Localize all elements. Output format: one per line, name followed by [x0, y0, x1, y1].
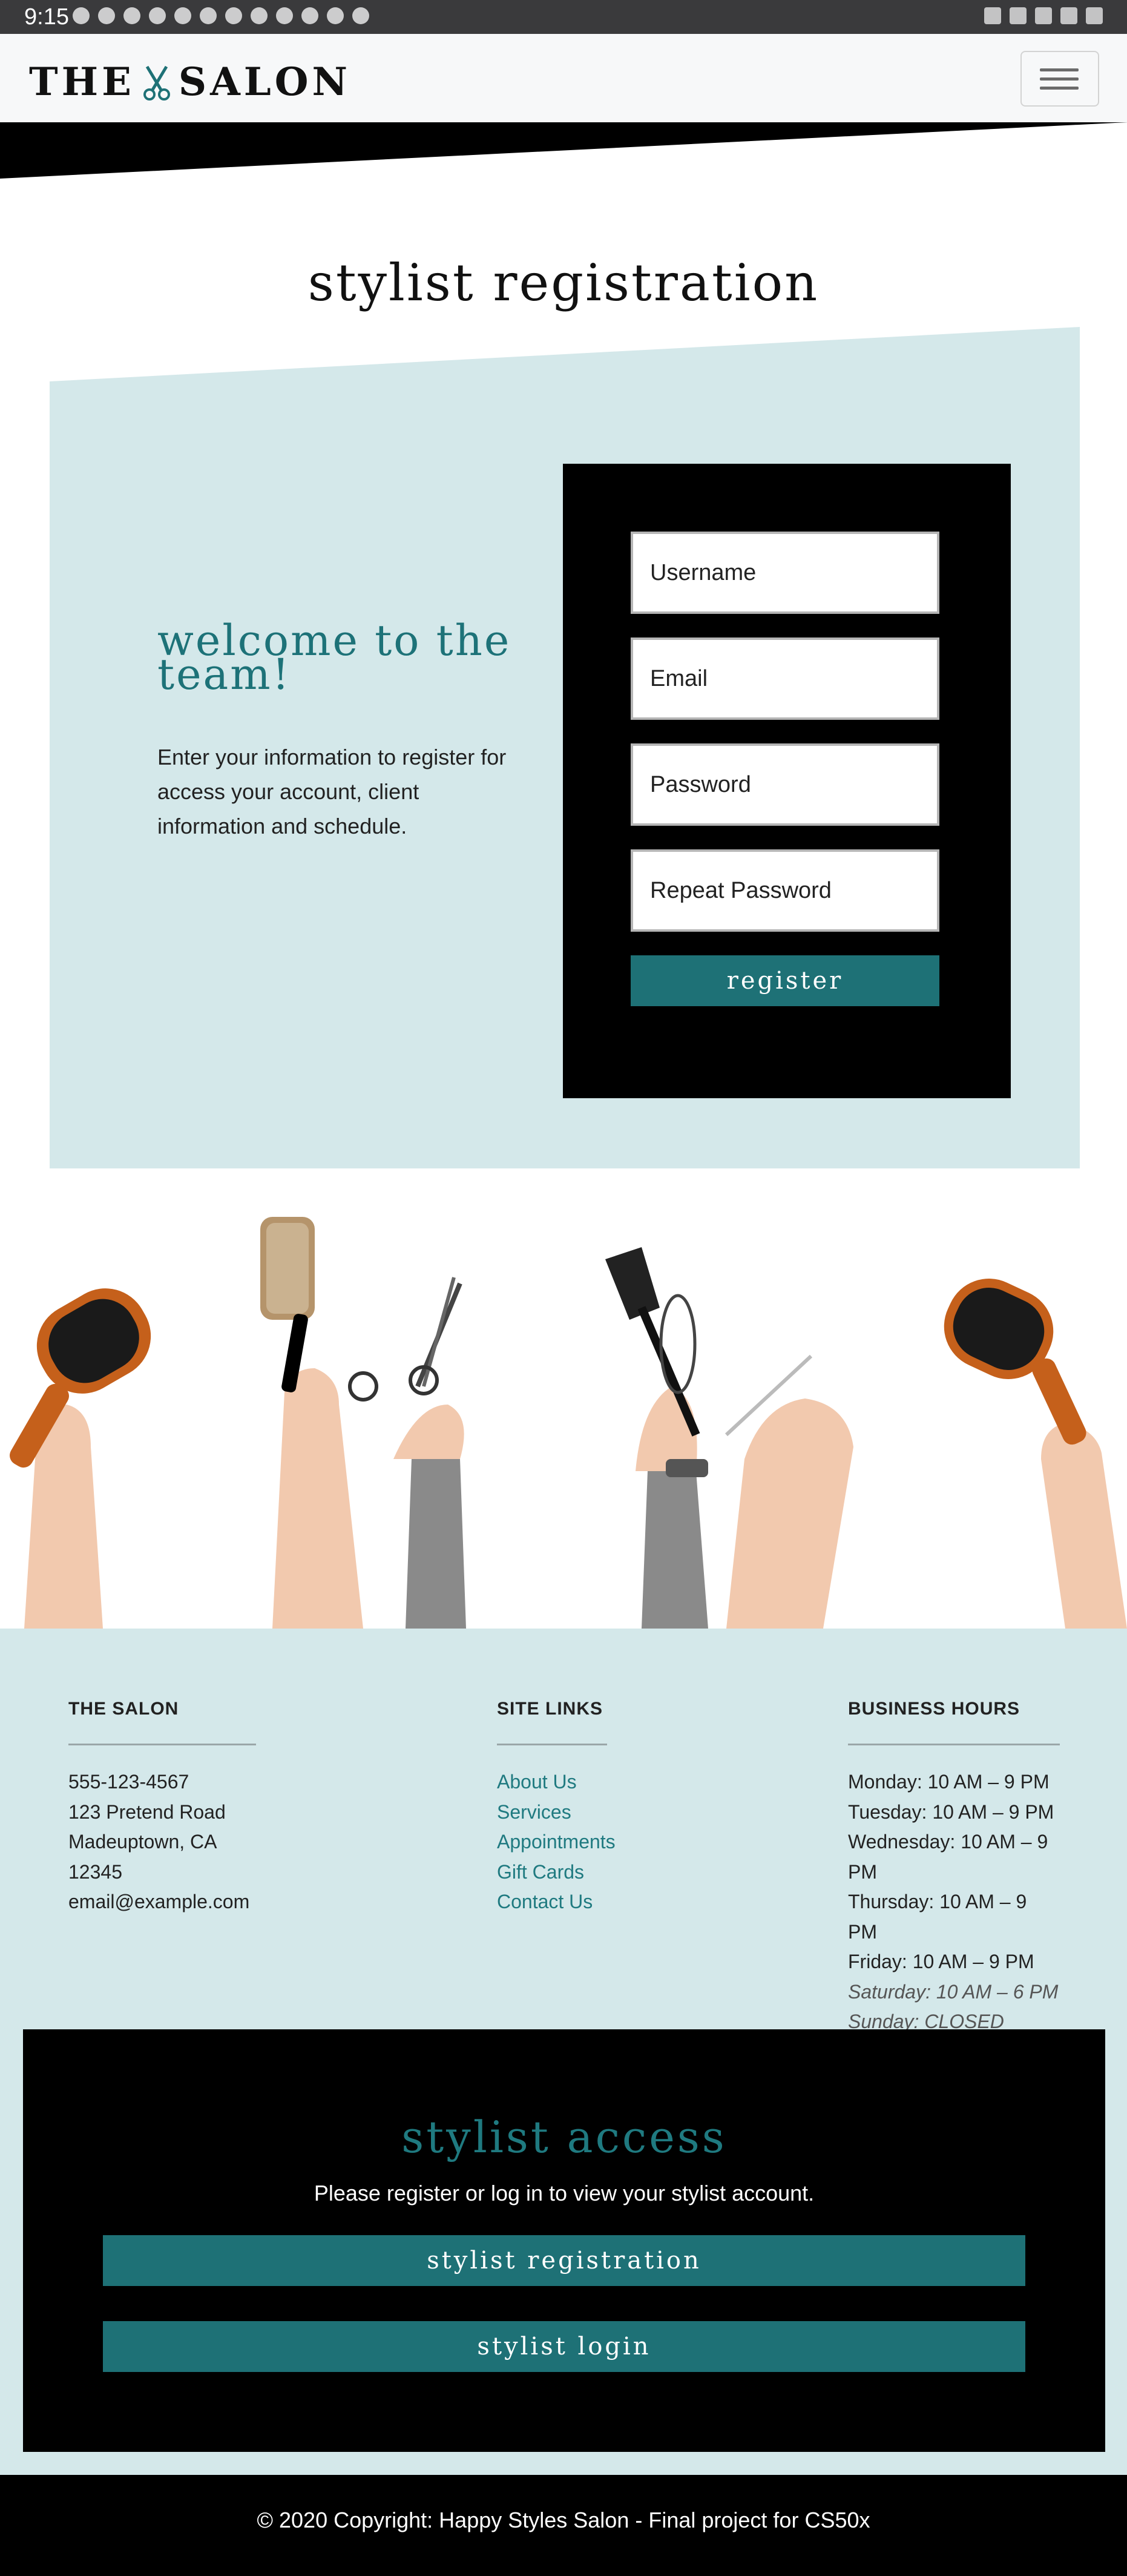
stylist-login-button[interactable]: stylist login	[103, 2321, 1025, 2372]
link-gift-cards[interactable]: Gift Cards	[497, 1857, 607, 1888]
system-icons	[984, 7, 1103, 24]
footer-phone: 555-123-4567	[68, 1771, 189, 1793]
link-appointments[interactable]: Appointments	[497, 1827, 616, 1857]
footer-email: email@example.com	[68, 1891, 250, 1912]
link-contact-us[interactable]: Contact Us	[497, 1887, 607, 1917]
footer-about: THE SALON 555-123-4567 123 Pretend Road …	[68, 1699, 256, 1917]
alarm-icon	[984, 7, 1001, 24]
header-slant-decoration	[0, 122, 1127, 179]
footer-street: 123 Pretend Road	[68, 1800, 226, 1823]
brand-right: SALON	[178, 59, 351, 105]
wifi-icon	[1035, 7, 1052, 24]
footer-city: Madeuptown, CA 12345	[68, 1831, 216, 1883]
footer-hours: BUSINESS HOURS Monday: 10 AM – 9 PM Tues…	[848, 1699, 1060, 2037]
hours-tuesday: Tuesday: 10 AM – 9 PM	[848, 1800, 1054, 1823]
mail-icon	[251, 7, 268, 24]
divider	[68, 1744, 256, 1745]
hq-icon	[225, 7, 242, 24]
stylist-access-text: Please register or log in to view your s…	[314, 2181, 815, 2205]
navbar: THE SALON	[0, 34, 1127, 123]
scissors-icon	[143, 65, 170, 100]
registration-form: Username Email Password Repeat Password …	[563, 464, 1011, 1098]
divider	[497, 1744, 607, 1745]
pen-icon	[352, 7, 369, 24]
divider	[848, 1744, 1060, 1745]
status-time: 9:15	[24, 4, 69, 30]
brand-logo[interactable]: THE SALON	[29, 59, 351, 105]
stylist-registration-button[interactable]: stylist registration	[103, 2235, 1025, 2286]
stylist-access-title: stylist access	[401, 2112, 727, 2163]
notification-icons	[73, 7, 369, 24]
username-input[interactable]: Username	[631, 532, 939, 614]
welcome-heading: welcome to the team!	[157, 616, 511, 699]
repeat-password-input[interactable]: Repeat Password	[631, 849, 939, 932]
password-input[interactable]: Password	[631, 743, 939, 826]
email-input[interactable]: Email	[631, 637, 939, 720]
hours-monday: Monday: 10 AM – 9 PM	[848, 1771, 1050, 1793]
messenger-icon	[73, 7, 90, 24]
home-icon	[200, 7, 217, 24]
welcome-text: Enter your information to register for a…	[157, 745, 507, 838]
alert-icon	[276, 7, 293, 24]
download-icon	[301, 7, 318, 24]
link-services[interactable]: Services	[497, 1797, 607, 1828]
facebook-icon	[123, 7, 140, 24]
register-button[interactable]: register	[631, 955, 939, 1006]
hours-thursday: Thursday: 10 AM – 9 PM	[848, 1891, 1027, 1943]
hours-friday: Friday: 10 AM – 9 PM	[848, 1951, 1034, 1972]
hamburger-icon	[1040, 68, 1079, 71]
link-about-us[interactable]: About Us	[497, 1767, 607, 1797]
hours-wednesday: Wednesday: 10 AM – 9 PM	[848, 1831, 1048, 1883]
mute-icon	[1010, 7, 1027, 24]
footer-about-heading: THE SALON	[68, 1699, 179, 1719]
status-bar: 9:15	[0, 0, 1127, 34]
battery-icon	[1086, 7, 1103, 24]
salon-tools-image	[10, 1217, 1127, 1629]
footer-links: SITE LINKS About Us Services Appointment…	[497, 1699, 616, 1917]
twitter-icon	[149, 7, 166, 24]
menu-toggle-button[interactable]	[1020, 51, 1099, 107]
stylist-access-panel: stylist access Please register or log in…	[23, 2029, 1105, 2452]
hours-saturday: Saturday: 10 AM – 6 PM	[848, 1980, 1059, 2003]
hand-icon	[98, 7, 115, 24]
copyright: © 2020 Copyright: Happy Styles Salon - F…	[0, 2475, 1127, 2576]
radio-icon	[174, 7, 191, 24]
signal-icon	[1060, 7, 1077, 24]
footer-hours-heading: BUSINESS HOURS	[848, 1699, 1020, 1719]
bell-icon	[327, 7, 344, 24]
brand-left: THE	[29, 59, 135, 105]
page-title: stylist registration	[307, 253, 820, 312]
footer-links-heading: SITE LINKS	[497, 1699, 603, 1719]
